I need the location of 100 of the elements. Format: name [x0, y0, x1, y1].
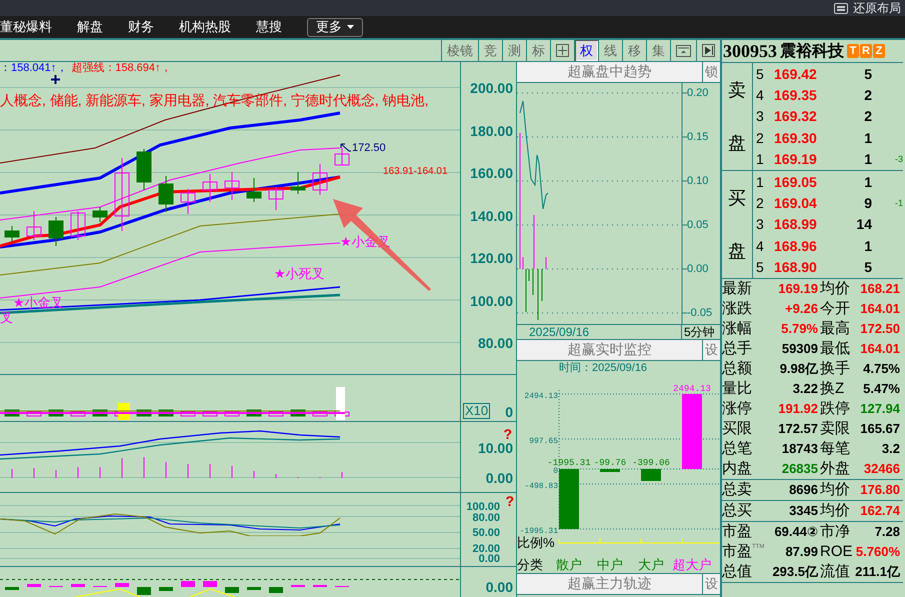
- stat-value: 172.50: [859, 320, 901, 338]
- lock-button[interactable]: 锁: [702, 62, 720, 82]
- axis-label: 0: [505, 405, 513, 419]
- candle: [158, 176, 174, 212]
- axis-title: 分类: [517, 557, 543, 572]
- candle: [312, 164, 328, 196]
- level-number: 5: [756, 259, 765, 276]
- stat-label: 今开: [820, 300, 850, 318]
- play-icon: [702, 44, 715, 57]
- panel-title: 超赢盘中趋势: [517, 62, 702, 82]
- stat-label: 跌停: [820, 400, 850, 418]
- tag-badge: T: [847, 44, 859, 58]
- crosshair-icon: [51, 75, 60, 84]
- stat-value: 69.44②: [773, 523, 819, 541]
- stat-label: 最高: [820, 320, 850, 338]
- help-icon[interactable]: ?: [503, 427, 512, 441]
- axis-label: 120.00: [470, 251, 513, 265]
- stat-value: 127.94: [859, 400, 901, 418]
- time-label: 时间：2025/09/16: [558, 361, 648, 375]
- menu-item[interactable]: 慧搜: [256, 18, 282, 36]
- toolbar-tab[interactable]: 标: [526, 40, 550, 61]
- candle: [136, 148, 152, 190]
- stat-value: 32466: [862, 460, 901, 478]
- stat-label: 买限: [722, 420, 752, 438]
- stat-value: 172.57: [777, 420, 819, 438]
- panel-title: 超赢实时监控: [517, 340, 702, 360]
- volume-change: -3: [894, 154, 903, 164]
- level-number: 3: [756, 108, 765, 124]
- menu-item[interactable]: 董秘爆料: [0, 18, 52, 36]
- stat-label: 总手: [722, 340, 752, 358]
- stat-label: 市盈$^{TTM}$: [722, 543, 764, 561]
- toolbar-tab[interactable]: 权: [574, 40, 598, 61]
- more-menu-button[interactable]: 更多: [307, 18, 363, 36]
- order-price: 169.19: [773, 151, 818, 168]
- toolbar-tab[interactable]: 移: [622, 40, 646, 61]
- layout-icon[interactable]: [834, 2, 848, 14]
- axis-label: 2494.13: [524, 392, 558, 401]
- order-volume: 5: [863, 259, 872, 276]
- stat-label: 涨跌: [722, 300, 752, 318]
- toolbar-tab[interactable]: 竞: [478, 40, 502, 61]
- category-label: 中户: [597, 557, 623, 572]
- stat-label: 流值: [820, 563, 850, 581]
- menu-item[interactable]: 财务: [128, 18, 154, 36]
- stat-value: 18743: [780, 440, 819, 458]
- stat-value: 168.21: [859, 280, 901, 298]
- order-price: 169.35: [773, 87, 818, 104]
- order-volume: 2: [863, 87, 872, 104]
- axis-title: 比例%: [517, 535, 555, 550]
- level-number: 3: [756, 216, 765, 232]
- order-price: 169.42: [773, 66, 818, 82]
- axis-label: 100.00: [470, 294, 513, 308]
- tag-badge: Z: [873, 44, 885, 58]
- stat-value: 9.98亿: [778, 360, 819, 378]
- stat-value: 293.5亿: [771, 563, 819, 581]
- stat-value: +9.26: [784, 300, 819, 318]
- toolbar-tab[interactable]: 集: [646, 40, 670, 61]
- stat-label: 内盘: [722, 460, 752, 478]
- stat-value: 4.75%: [862, 360, 901, 378]
- toolbar-tab[interactable]: 棱镜: [441, 40, 478, 61]
- candle: [268, 186, 284, 210]
- settings-button[interactable]: 设: [702, 340, 720, 360]
- axis-label: 0.10: [687, 175, 708, 187]
- axis-label: 0.00: [486, 580, 513, 594]
- level-number: 5: [756, 66, 765, 82]
- stat-value: 26835: [780, 460, 819, 478]
- toolbar-tab[interactable]: 测: [502, 40, 526, 61]
- restore-layout-button[interactable]: 还原布局: [853, 0, 901, 16]
- settings-button[interactable]: 设: [702, 574, 720, 594]
- stat-label: 总值: [722, 563, 752, 581]
- level-number: 1: [756, 151, 765, 168]
- signal-label: ★小金叉: [13, 294, 64, 312]
- toolbar-tab[interactable]: 线: [598, 40, 622, 61]
- volume-change: -1: [894, 198, 903, 208]
- axis-label: 80.00: [472, 513, 500, 523]
- price-label: 172.50: [352, 142, 386, 154]
- axis-label: 80.00: [478, 336, 513, 350]
- candle: [26, 210, 42, 240]
- order-volume: 1: [863, 130, 872, 146]
- stat-value: 3.2: [880, 440, 901, 458]
- help-icon[interactable]: ?: [505, 494, 514, 508]
- stat-value: 165.67: [859, 420, 901, 438]
- stat-label: 市净: [820, 523, 850, 541]
- stock-code: 300953: [723, 40, 777, 62]
- stat-label: 卖限: [820, 420, 850, 438]
- candle: [70, 210, 86, 240]
- axis-label: 997.65: [529, 437, 558, 446]
- axis-label: 140.00: [470, 208, 513, 222]
- menu-item[interactable]: 解盘: [77, 18, 103, 36]
- axis-label: -498.83: [524, 482, 558, 491]
- level-number: 2: [756, 130, 765, 146]
- level-number: 4: [756, 87, 765, 104]
- order-volume: 1: [863, 151, 872, 168]
- menu-item[interactable]: 机构热股: [179, 18, 231, 36]
- category-label: 大户: [638, 557, 664, 572]
- scale-button[interactable]: X10: [463, 403, 490, 419]
- stat-label: 均价: [820, 481, 850, 499]
- axis-label: 0.00: [478, 554, 500, 564]
- stat-label: 市盈: [722, 523, 752, 541]
- axis-label: 0.00: [486, 471, 513, 485]
- stat-value: 7.28: [874, 523, 901, 541]
